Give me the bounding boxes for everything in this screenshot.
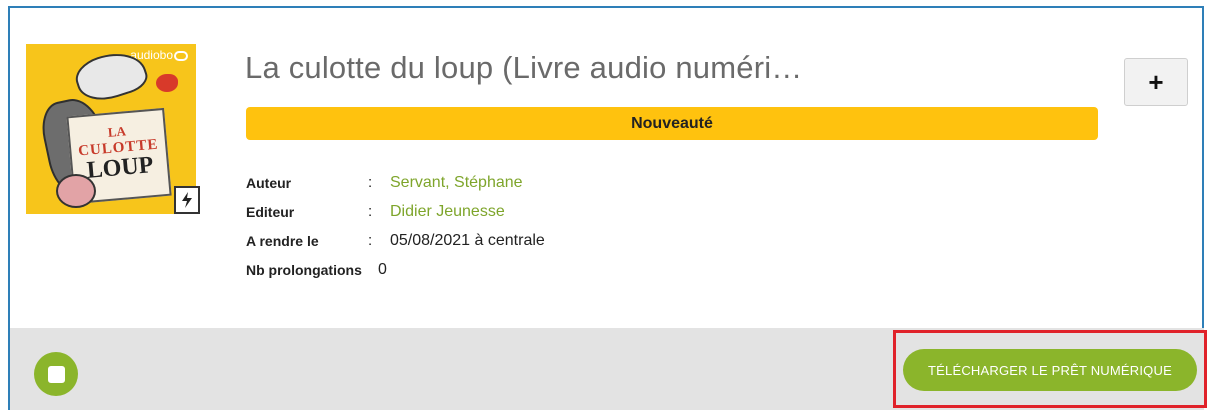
meta-separator: : <box>368 174 373 191</box>
plus-icon: + <box>1148 66 1164 97</box>
lightning-icon <box>174 186 200 214</box>
meta-label: Auteur <box>246 174 292 191</box>
book-metadata: Auteur : Servant, Stéphane Editeur : Did… <box>246 168 545 284</box>
book-cover-image[interactable]: audiobo LA CULOTTE LOUP <box>26 44 196 214</box>
meta-due-date-row: A rendre le : 05/08/2021 à centrale <box>246 226 545 255</box>
meta-publisher-row: Editeur : Didier Jeunesse <box>246 197 545 226</box>
meta-separator: : <box>368 232 373 249</box>
select-item-checkbox[interactable] <box>34 352 78 396</box>
meta-renewals-row: Nb prolongations 0 <box>246 255 545 284</box>
renewals-count: 0 <box>378 260 387 278</box>
meta-label: Editeur <box>246 203 295 220</box>
meta-label: A rendre le <box>246 232 319 249</box>
due-date-value: 05/08/2021 à centrale <box>390 231 545 249</box>
publisher-link[interactable]: Didier Jeunesse <box>390 203 505 221</box>
meta-label: Nb prolongations <box>246 261 362 278</box>
meta-separator: : <box>368 203 373 220</box>
author-link[interactable]: Servant, Stéphane <box>390 174 523 192</box>
download-digital-loan-button[interactable]: TÉLÉCHARGER LE PRÊT NUMÉRIQUE <box>903 349 1197 391</box>
checkbox-icon <box>47 365 65 383</box>
book-title[interactable]: La culotte du loup (Livre audio numéri… <box>245 50 803 86</box>
new-release-badge: Nouveauté <box>246 107 1098 140</box>
cover-character-illustration <box>56 174 96 208</box>
cover-bird-illustration <box>156 74 178 92</box>
meta-author-row: Auteur : Servant, Stéphane <box>246 168 545 197</box>
add-to-list-button[interactable]: + <box>1124 58 1188 106</box>
